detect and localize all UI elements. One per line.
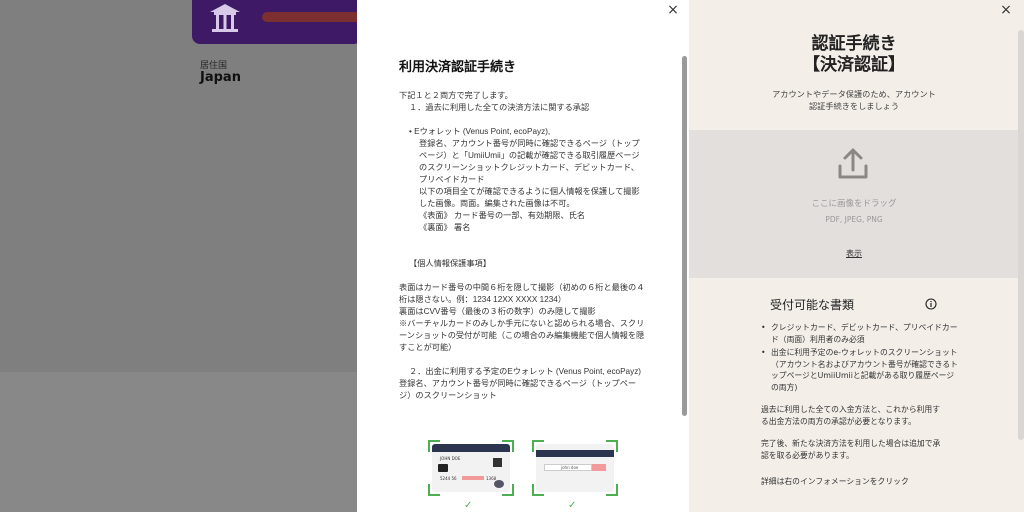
note-text: 詳細は右のインフォメーションをクリック xyxy=(761,477,909,486)
accepted-docs-title: 受付可能な書類 xyxy=(770,298,855,312)
card-logo-icon xyxy=(494,480,504,488)
list-item: 出金に利用予定のe-ウォレットのスクリーンショット（アカウント名およびアカウント… xyxy=(761,347,961,393)
instruction-line: １．過去に利用した全ての決済方法に関する承認 xyxy=(409,103,590,112)
note-line: 完了後、新たな決済方法を利用した場合は追加で承 xyxy=(761,439,941,448)
card-signature: john doe xyxy=(544,464,592,471)
instructions-body: 利用決済認証手続き 下記１と２両方で完了します。 １．過去に利用した全ての決済方… xyxy=(399,58,647,402)
panel-subtitle: アカウントやデータ保護のため、アカウント 認証手続きをしましょう xyxy=(729,88,979,112)
verification-panel: × 認証手続き 【決済認証】 アカウントやデータ保護のため、アカウント 認証手続… xyxy=(689,0,1024,512)
panel-title: 認証手続き 【決済認証】 xyxy=(689,34,1019,76)
privacy-line: すことが可能） xyxy=(399,343,457,352)
privacy-line: 表面はカード番号の中間６桁を隠して撮影（初めの６桁と最後の４ xyxy=(399,283,645,292)
check-icon: ✓ xyxy=(568,500,577,511)
ewallet-line: のスクリーンショットクレジットカード、デビットカード、 xyxy=(419,163,639,172)
panel-title-line: 【決済認証】 xyxy=(803,55,905,75)
panel-scrollbar[interactable] xyxy=(1018,30,1024,440)
info-icon[interactable] xyxy=(925,298,937,310)
ewallet-line: ページ）と「UmiiUmii」の記載が確認できる取引履歴ページ xyxy=(419,151,640,160)
card-back-example: john doe xyxy=(532,440,618,496)
dropzone-formats: PDF, JPEG, PNG xyxy=(825,215,883,224)
privacy-heading: 【個人情報保護事項】 xyxy=(409,259,491,268)
card-example-images: JOHN DOE 5244 56 1368 john doe ✓ ✓ xyxy=(428,440,628,512)
show-example-link[interactable]: 表示 xyxy=(689,248,1019,259)
ewallet-line: 登録名、アカウント番号が同時に確認できるページ（トップ xyxy=(419,139,640,148)
step2-line: ２．出金に利用する予定のEウォレット (Venus Point, ecoPayz… xyxy=(409,367,642,376)
note-text: 過去に利用した全ての入金方法と、これから利用す る出金方法の両方の承認が必要とな… xyxy=(761,404,971,428)
ewallet-line: • Eウォレット (Venus Point, ecoPayz), xyxy=(409,127,551,136)
note-line: 認を取る必要があります。 xyxy=(761,451,854,460)
temple-icon xyxy=(210,4,240,32)
list-item: クレジットカード、デビットカード、プリペイドカード（両面）利用者のみ必須 xyxy=(761,322,961,345)
panel-subtitle-line: 認証手続きをしましょう xyxy=(808,101,900,111)
step2-line: ジ）のスクリーンショット xyxy=(399,391,497,400)
accepted-docs-list: クレジットカード、デビットカード、プリペイドカード（両面）利用者のみ必須 出金に… xyxy=(761,322,961,396)
card-back-image: john doe xyxy=(536,444,614,492)
privacy-line: ※バーチャルカードのみしか手元にないと認められる場合、スクリ xyxy=(399,319,645,328)
progress-bar xyxy=(262,12,362,22)
panel-subtitle-line: アカウントやデータ保護のため、アカウント xyxy=(772,89,936,99)
privacy-line: ーンショットの受付が可能（この場合のみ編集機能で個人情報を隠 xyxy=(399,331,645,340)
privacy-line: 桁は隠さない。例：1234 12XX XXXX 1234） xyxy=(399,295,567,304)
upload-icon xyxy=(838,148,868,179)
upload-dropzone[interactable]: ここに画像をドラッグ PDF, JPEG, PNG 表示 xyxy=(689,130,1019,278)
note-line: 過去に利用した全ての入金方法と、これから利用す xyxy=(761,405,941,414)
step2-line: 登録名、アカウント番号が同時に確認できるページ（トップペー xyxy=(399,379,637,388)
instruction-line: 下記１と２両方で完了します。 xyxy=(399,91,513,100)
modal-title: 利用決済認証手続き xyxy=(399,59,517,74)
residence-value: Japan xyxy=(200,70,241,85)
note-line: る出金方法の両方の承認が必要となります。 xyxy=(761,417,916,426)
profile-card xyxy=(192,0,362,44)
card-front-example: JOHN DOE 5244 56 1368 xyxy=(428,440,514,496)
privacy-line: 裏面はCVV番号（最後の３桁の数字）のみ隠して撮影 xyxy=(399,307,596,316)
ewallet-line: 以下の項目全てが確認できるように個人情報を保護して撮影 xyxy=(419,187,640,196)
ewallet-line: 《裏面》 署名 xyxy=(419,223,471,232)
ewallet-line: 《表面》 カード番号の一部、有効期限、氏名 xyxy=(419,211,586,220)
ewallet-line: した画像。両面。編集された画像は不可。 xyxy=(419,199,575,208)
card-name: JOHN DOE xyxy=(440,456,461,461)
instructions-modal: × 利用決済認証手続き 下記１と２両方で完了します。 １．過去に利用した全ての決… xyxy=(357,0,689,512)
ewallet-line: プリペイドカード xyxy=(419,175,485,184)
modal-scrollbar[interactable] xyxy=(682,56,687,416)
close-icon[interactable]: × xyxy=(665,2,681,18)
card-front-image: JOHN DOE 5244 56 1368 xyxy=(432,444,510,492)
dropzone-text: ここに画像をドラッグ xyxy=(811,199,897,209)
close-icon[interactable]: × xyxy=(998,2,1014,18)
check-icon: ✓ xyxy=(464,500,473,511)
card-number: 5244 56 xyxy=(440,476,457,481)
panel-title-line: 認証手続き xyxy=(811,34,897,54)
note-text: 完了後、新たな決済方法を利用した場合は追加で承 認を取る必要があります。 xyxy=(761,438,971,462)
